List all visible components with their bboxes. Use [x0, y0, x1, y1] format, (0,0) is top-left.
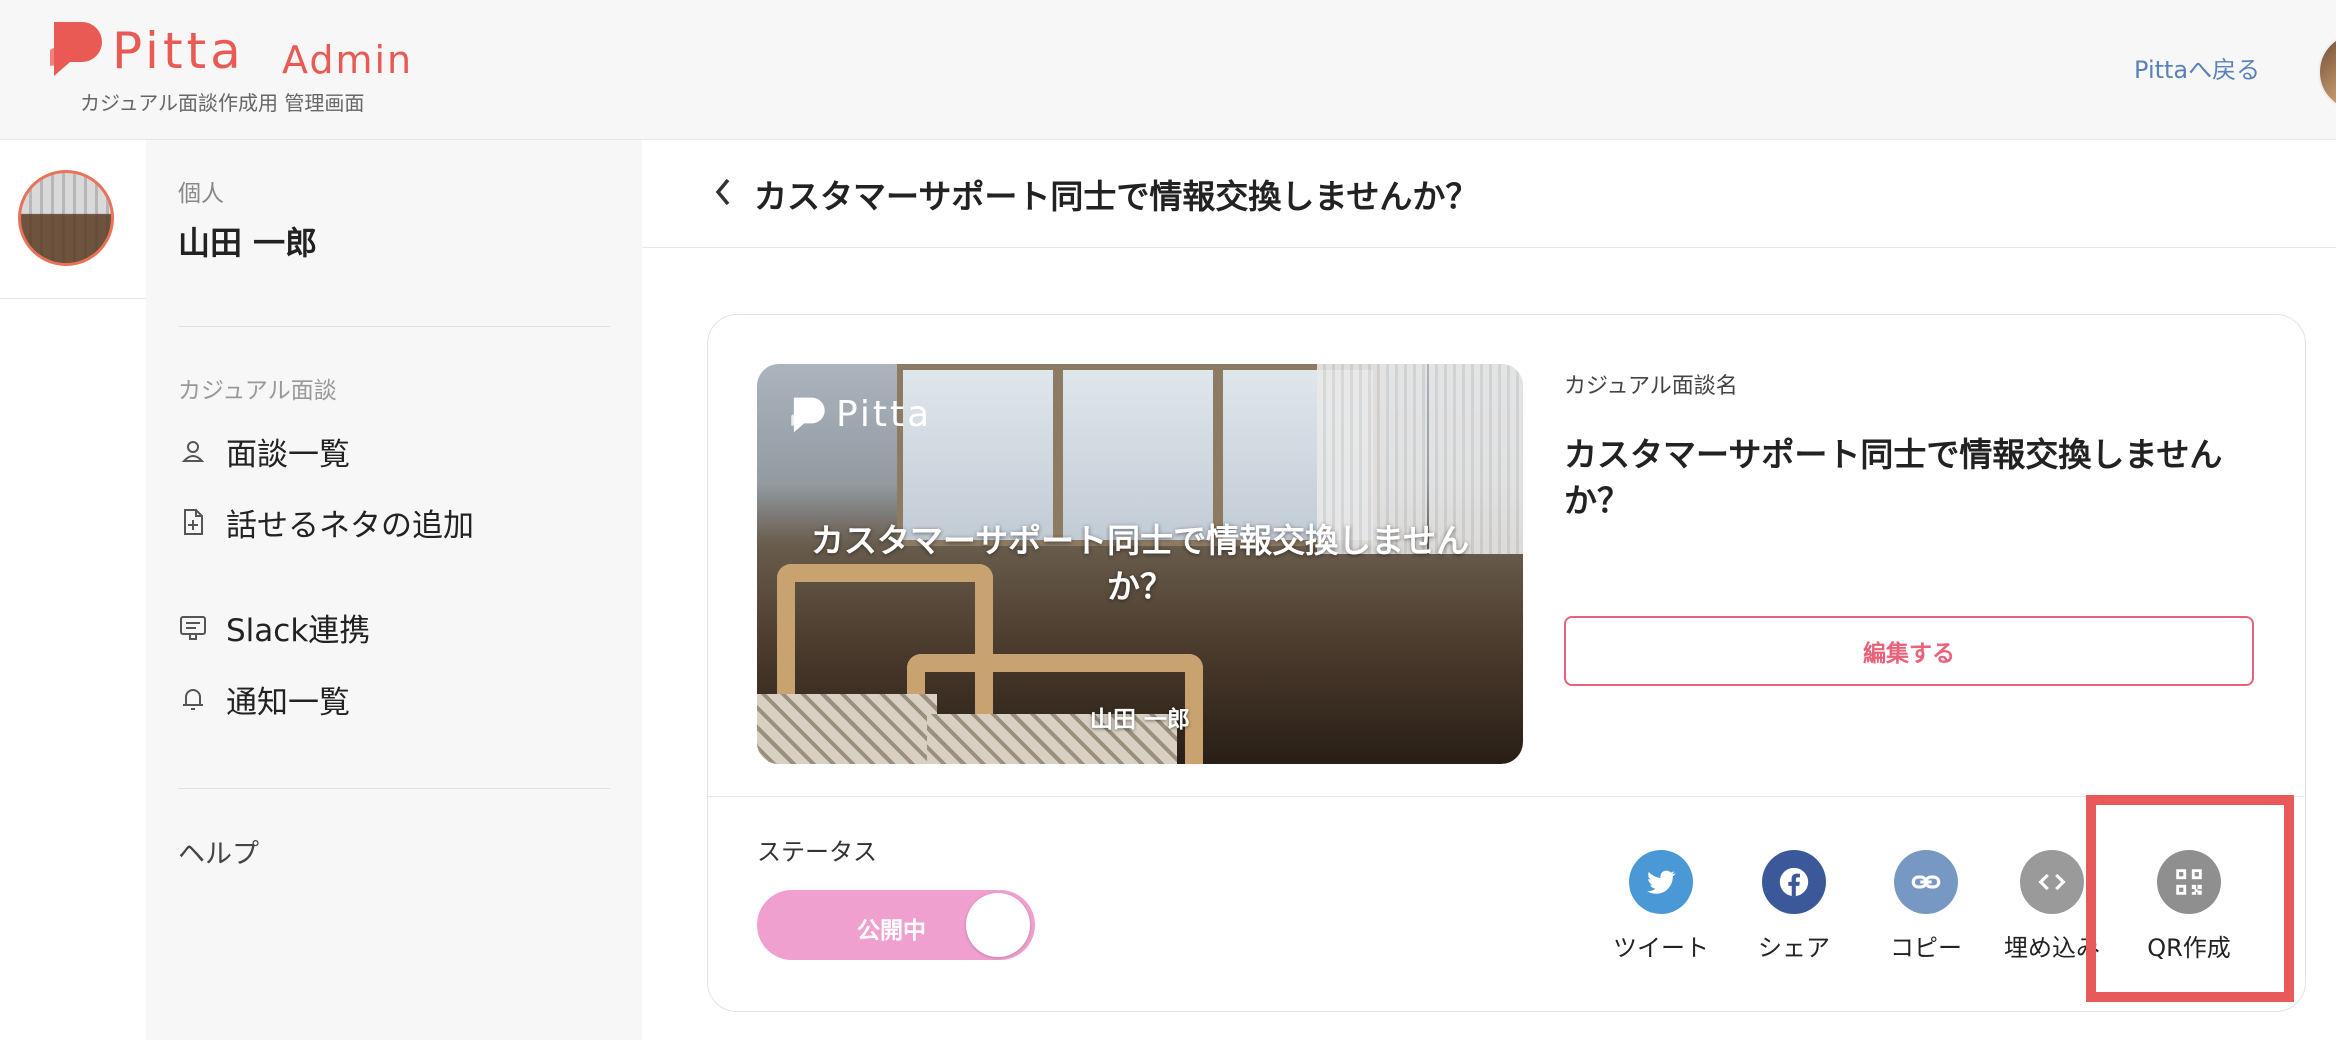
code-icon — [2020, 850, 2084, 914]
sidebar-item-interview-list[interactable]: 面談一覧 — [178, 427, 350, 475]
embed-button[interactable]: 埋め込み — [2002, 850, 2102, 963]
qr-code-icon — [2157, 850, 2221, 914]
cover-author: 山田 一郎 — [1089, 707, 1190, 733]
person-icon — [181, 441, 205, 462]
sidebar-item-label: 話せるネタの追加 — [226, 507, 474, 544]
facebook-share-button[interactable]: シェア — [1739, 850, 1849, 963]
logo-admin-text: Admin — [282, 38, 414, 82]
facebook-icon — [1762, 850, 1826, 914]
account-avatar[interactable] — [18, 170, 114, 266]
slack-integration-icon — [180, 616, 206, 640]
sidebar-divider — [178, 326, 610, 327]
back-chevron-icon[interactable] — [712, 176, 734, 208]
cover-logo: Pitta — [790, 394, 932, 435]
share-label: コピー — [1890, 934, 1962, 962]
share-label: 埋め込み — [2004, 934, 2100, 962]
account-rail — [0, 140, 146, 1040]
sidebar-item-label: Slack連携 — [226, 612, 371, 649]
interview-name-label: カジュアル面談名 — [1564, 374, 1738, 399]
header-avatar[interactable] — [2318, 32, 2336, 112]
header-subtitle: カジュアル面談作成用 管理画面 — [80, 91, 365, 115]
twitter-icon — [1629, 850, 1693, 914]
status-toggle-knob[interactable] — [966, 893, 1030, 957]
page-title: カスタマーサポート同士で情報交換しませんか？ — [754, 177, 1479, 216]
logo-text: Pitta — [112, 22, 245, 80]
card-divider — [708, 796, 2304, 797]
document-add-icon — [184, 509, 203, 535]
help-link[interactable]: ヘルプ — [178, 832, 259, 871]
org-label: 個人 — [178, 181, 224, 207]
share-label: ツイート — [1613, 934, 1709, 962]
user-name: 山田 一郎 — [178, 224, 318, 262]
qr-create-button[interactable]: QR作成 — [2134, 850, 2244, 963]
sidebar — [146, 140, 642, 1040]
status-label: ステータス — [757, 838, 877, 866]
top-header: Pitta Admin カジュアル面談作成用 管理画面 Pittaへ戻る — [0, 0, 2336, 140]
edit-button[interactable]: 編集する — [1564, 616, 2254, 686]
bell-icon — [183, 689, 203, 710]
sidebar-item-label: 面談一覧 — [226, 436, 350, 473]
share-label: QR作成 — [2147, 934, 2231, 962]
link-icon — [1894, 850, 1958, 914]
rail-divider — [0, 298, 146, 299]
interview-name-value: カスタマーサポート同士で情報交換しませんか？ — [1564, 435, 2223, 520]
cover-logo-text: Pitta — [836, 394, 933, 435]
pitta-logo-icon — [50, 22, 102, 76]
share-label: シェア — [1758, 934, 1830, 962]
sidebar-item-add-topics[interactable]: 話せるネタの追加 — [178, 498, 474, 546]
back-to-pitta-link[interactable]: Pittaへ戻る — [2134, 50, 2260, 85]
sidebar-item-slack[interactable]: Slack連携 — [178, 603, 370, 651]
pitta-logo-icon — [791, 397, 825, 432]
section-label-casual-interview: カジュアル面談 — [178, 378, 337, 404]
copy-link-button[interactable]: コピー — [1871, 850, 1981, 963]
tweet-button[interactable]: ツイート — [1606, 850, 1716, 963]
status-toggle-label: 公開中 — [857, 918, 926, 944]
sidebar-item-notifications[interactable]: 通知一覧 — [178, 675, 350, 723]
cover-title: カスタマーサポート同士で情報交換しませんか？ — [810, 521, 1470, 606]
sidebar-item-label: 通知一覧 — [226, 684, 350, 721]
sidebar-divider — [178, 788, 610, 789]
